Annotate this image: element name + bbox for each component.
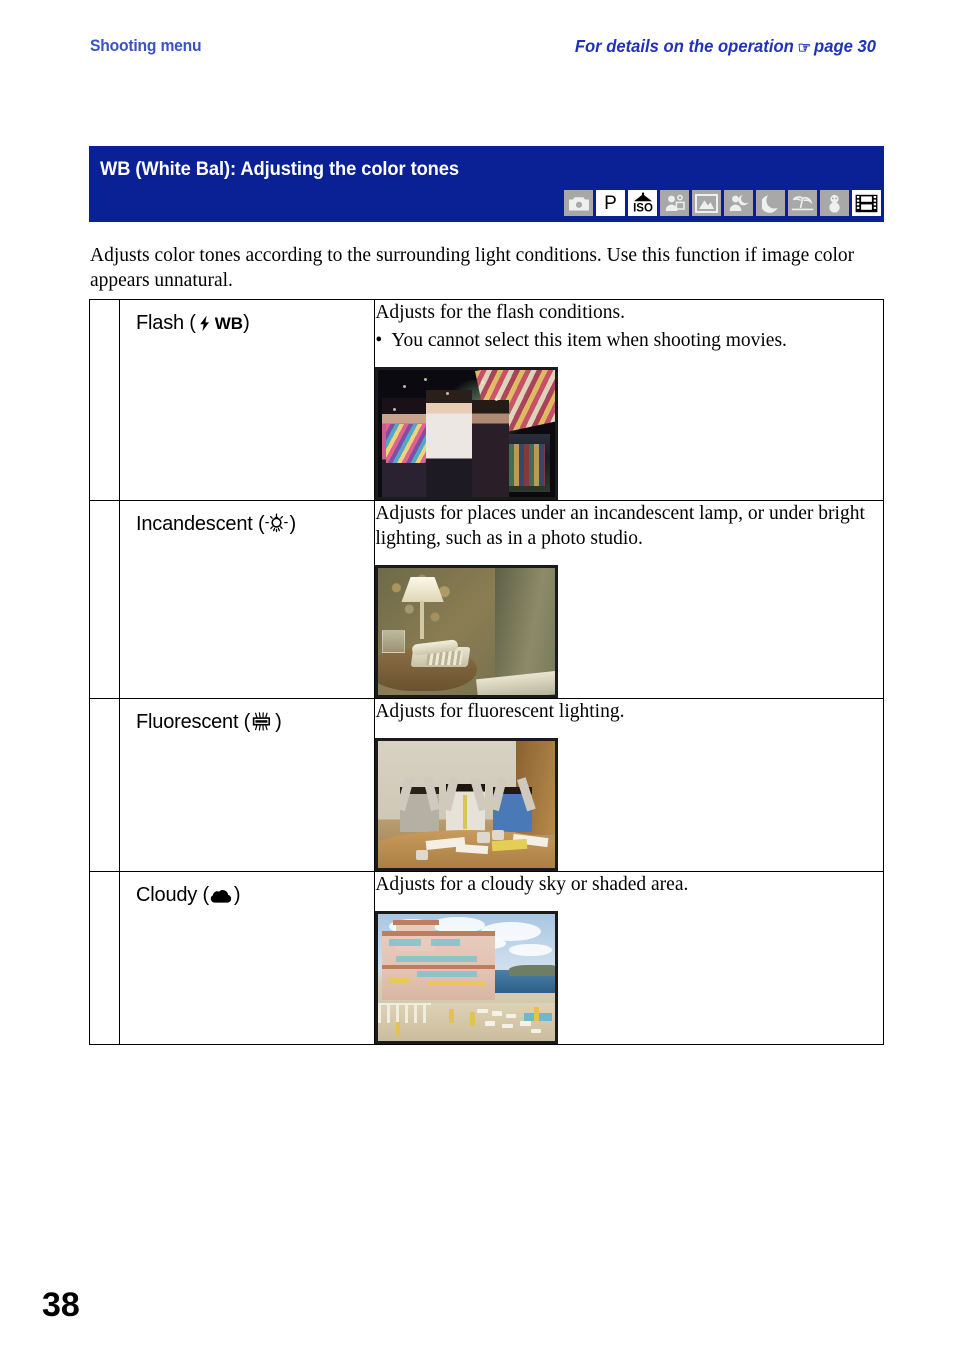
section-header-bar: WB (White Bal): Adjusting the color tone… — [89, 146, 884, 222]
flash-wb-text: WB — [214, 314, 244, 333]
row-gutter-cell — [88, 500, 121, 699]
row-gutter-cell — [88, 698, 121, 872]
running-head-right: For details on the operation ☞ page 30 — [575, 36, 876, 58]
option-label-suffix: ) — [289, 513, 296, 535]
still-camera-icon — [564, 190, 593, 216]
beach-icon — [788, 190, 817, 216]
cloud-icon — [210, 887, 233, 910]
fluorescent-tube-icon — [251, 712, 274, 737]
fluorescent-sample-photo — [375, 738, 559, 871]
running-head: Shooting menu For details on the operati… — [0, 36, 954, 66]
mode-icon-row: P ISO — [564, 190, 881, 216]
page-title: WB (White Bal): Adjusting the color tone… — [100, 158, 459, 180]
option-name-cell: Cloudy ( ) — [119, 871, 376, 1045]
twilight-icon — [756, 190, 785, 216]
option-label-prefix: Flash ( — [136, 312, 196, 334]
option-description-cell: Adjusts for places under an incandescent… — [374, 500, 884, 699]
description-text: Adjusts for places under an incandescent… — [375, 503, 865, 549]
option-name-flash: Flash ( WB) — [120, 300, 374, 338]
description-text: Adjusts for fluorescent lighting. — [375, 701, 625, 722]
white-balance-options-table: Flash ( WB) Adjusts for the flash condit… — [88, 299, 884, 1045]
pointing-hand-icon: ☞ — [797, 40, 812, 57]
soft-snap-icon — [660, 190, 689, 216]
landscape-icon — [692, 190, 721, 216]
incandescent-lamp-icon — [265, 513, 289, 539]
row-gutter-cell — [88, 299, 121, 501]
option-name-fluorescent: Fluorescent ( ) — [120, 699, 374, 737]
flash-sample-photo — [375, 367, 559, 500]
iso-high-sensitivity-icon: ISO — [628, 190, 657, 216]
option-label-suffix: ) — [275, 711, 282, 733]
row-gutter-cell — [88, 871, 121, 1045]
option-label-suffix: ) — [233, 884, 241, 906]
description-bullet: You cannot select this item when shootin… — [375, 328, 883, 353]
option-description-cell: Adjusts for a cloudy sky or shaded area. — [374, 871, 884, 1045]
table-row: Cloudy ( ) Adjusts for a cloudy sky or s… — [88, 871, 884, 1045]
option-name-cell: Incandescent () — [119, 500, 376, 699]
option-name-cloudy: Cloudy ( ) — [120, 872, 374, 910]
table-row: Flash ( WB) Adjusts for the flash condit… — [88, 299, 884, 501]
option-name-cell: Flash ( WB) — [119, 299, 376, 501]
program-auto-label: P — [604, 192, 617, 214]
option-name-incandescent: Incandescent () — [120, 501, 374, 539]
incandescent-sample-photo — [375, 565, 559, 698]
option-description-cell: Adjusts for fluorescent lighting. — [374, 698, 884, 872]
option-label-suffix: ) — [243, 312, 250, 334]
description-text: Adjusts for a cloudy sky or shaded area. — [375, 874, 689, 895]
option-description-cell: Adjusts for the flash conditions. You ca… — [374, 299, 884, 501]
option-label-prefix: Fluorescent ( — [136, 711, 251, 733]
option-label-prefix: Incandescent ( — [136, 513, 265, 535]
option-label-prefix: Cloudy ( — [136, 884, 209, 906]
movie-mode-icon — [852, 190, 881, 216]
description-text: Adjusts for the flash conditions. — [375, 302, 626, 323]
table-row: Fluorescent ( ) Adjusts for fluorescent … — [88, 698, 884, 872]
running-head-left: Shooting menu — [90, 36, 202, 55]
page-number: 38 — [42, 1286, 80, 1324]
cloudy-sample-photo — [375, 911, 559, 1044]
svg-text:ISO: ISO — [633, 202, 653, 214]
intro-paragraph: Adjusts color tones according to the sur… — [90, 245, 855, 291]
program-auto-icon: P — [596, 190, 625, 216]
flash-wb-icon — [197, 315, 214, 338]
option-name-cell: Fluorescent ( ) — [119, 698, 376, 872]
twilight-portrait-icon — [724, 190, 753, 216]
snow-icon — [820, 190, 849, 216]
running-head-page-ref: page 30 — [814, 36, 876, 56]
running-head-reference-text: For details on the operation — [574, 36, 794, 56]
table-row: Incandescent () Adjusts for places unde… — [88, 500, 884, 699]
